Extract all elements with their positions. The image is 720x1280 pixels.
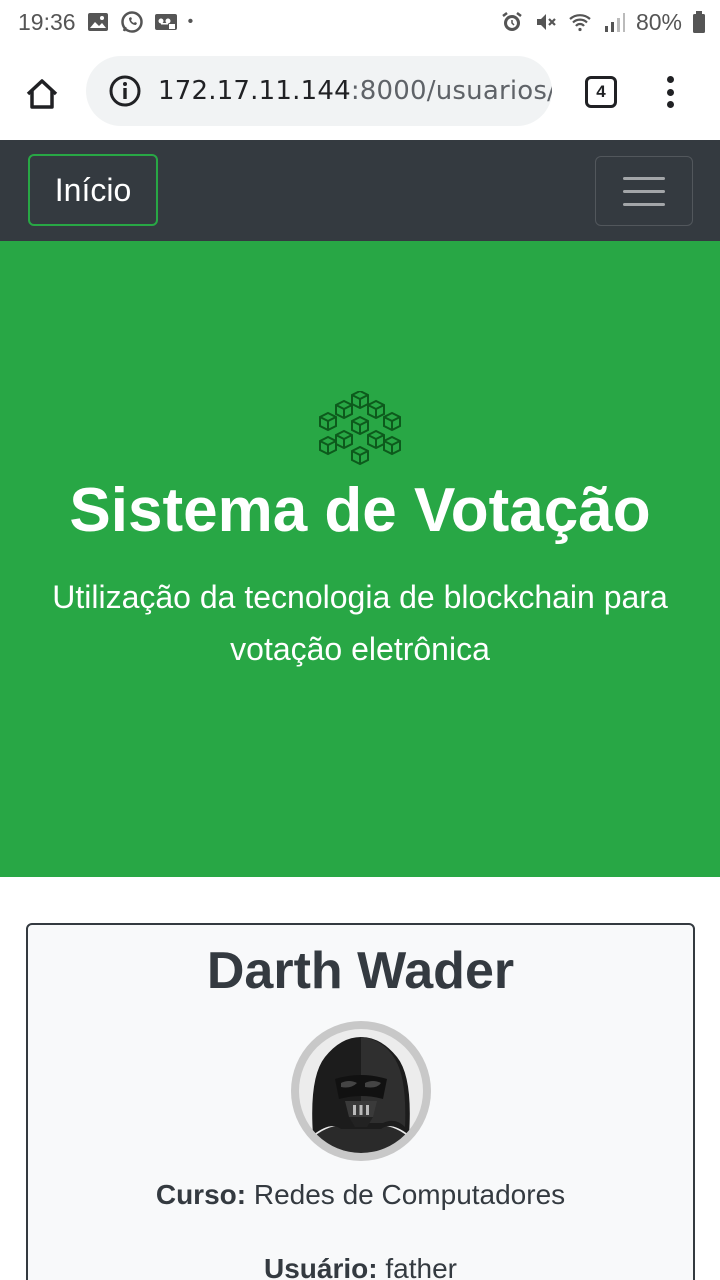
- home-icon: [26, 79, 58, 109]
- curso-line: Curso: Redes de Computadores: [28, 1179, 693, 1211]
- blockchain-icon: [319, 391, 401, 466]
- status-bar: 19:36 • 80%: [0, 0, 720, 44]
- hero-subtitle: Utilização da tecnologia de blockchain p…: [52, 579, 668, 667]
- tab-count: 4: [596, 82, 606, 101]
- status-right: 80%: [500, 9, 706, 36]
- menu-dot-icon: [666, 76, 674, 83]
- hero-title: Sistema de Votação: [69, 476, 651, 545]
- whatsapp-icon: [120, 10, 144, 34]
- hamburger-line: [623, 189, 665, 193]
- hero-banner: Sistema de Votação Utilização da tecnolo…: [0, 241, 720, 877]
- address-bar[interactable]: 172.17.11.144:8000/usuarios/: [86, 56, 552, 126]
- site-navbar: Início: [0, 140, 720, 241]
- wifi-icon: [568, 10, 592, 34]
- info-icon[interactable]: [108, 74, 142, 108]
- curso-value: Redes de Computadores: [253, 1179, 566, 1210]
- url-text: 172.17.11.144:8000/usuarios/: [158, 76, 552, 106]
- alarm-icon: [500, 10, 524, 34]
- user-name: Darth Wader: [206, 942, 515, 1000]
- url-host: 172.17.11.144: [158, 76, 351, 106]
- menu-dot-icon: [666, 88, 674, 96]
- hamburger-line: [623, 202, 665, 206]
- mute-icon: [534, 10, 558, 34]
- hamburger-line: [623, 176, 665, 180]
- home-button[interactable]: [22, 74, 62, 114]
- curso-label: Curso:: [155, 1179, 247, 1210]
- clock: 19:36: [18, 8, 76, 35]
- avatar: [291, 1021, 431, 1161]
- url-path: :8000/usuarios/: [350, 76, 552, 106]
- browser-menu-button[interactable]: [660, 72, 680, 112]
- menu-dot-icon: [666, 101, 674, 108]
- status-left: 19:36 •: [18, 9, 193, 36]
- browser-toolbar: 172.17.11.144:8000/usuarios/ 4: [0, 44, 720, 140]
- tab-switcher-button[interactable]: 4: [585, 76, 617, 108]
- battery-text: 80%: [635, 8, 682, 35]
- signal-icon: [602, 10, 626, 34]
- voicemail-icon: [154, 10, 178, 34]
- usuario-line: Usuário: father: [28, 1253, 693, 1280]
- usuario-label: Usuário:: [264, 1253, 378, 1280]
- navbar-toggler-button[interactable]: [595, 156, 693, 226]
- image-icon: [86, 10, 110, 34]
- usuario-value: father: [385, 1253, 457, 1280]
- battery-icon: [692, 10, 706, 34]
- user-card: Darth Wader Curso: Redes de Computadores…: [26, 923, 695, 1280]
- notification-dot: •: [187, 13, 194, 30]
- home-link-button[interactable]: Início: [28, 154, 158, 226]
